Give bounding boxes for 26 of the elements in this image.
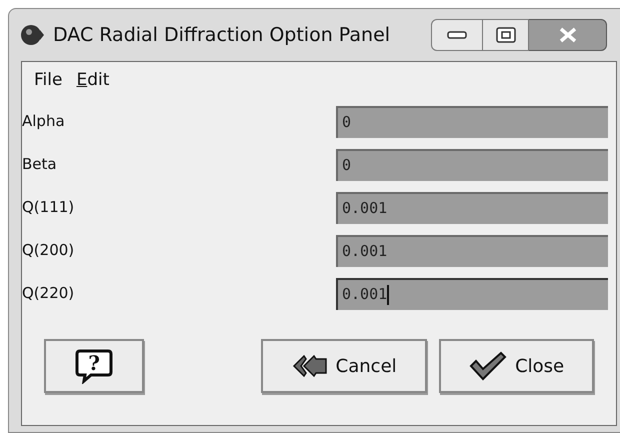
minimize-icon — [447, 31, 467, 39]
double-arrow-left-icon — [292, 353, 328, 379]
speech-bubble-icon — [75, 348, 114, 384]
menu-item[interactable]: Edit — [76, 68, 110, 94]
window-title: DAC Radial Diffraction Option Panel — [53, 22, 390, 48]
value-field[interactable]: 0.001 — [336, 234, 608, 266]
value-field[interactable]: 0 — [336, 106, 608, 138]
help-button[interactable]: ? — [44, 339, 144, 393]
maximize-icon — [496, 27, 516, 43]
checkmark-icon — [469, 351, 508, 381]
close-icon — [558, 27, 576, 43]
field-label: Alpha — [22, 111, 66, 132]
value-field[interactable]: 0.001 — [336, 278, 608, 310]
field-label: Beta — [22, 154, 58, 176]
field-label: Q(111) — [22, 197, 76, 218]
value-field[interactable]: 0.001 — [336, 192, 608, 224]
app-icon — [19, 22, 45, 48]
field-label: Q(200) — [22, 240, 76, 262]
close-button[interactable]: Close — [439, 339, 594, 393]
field-label: Q(220) — [22, 283, 76, 304]
close-window-button[interactable] — [529, 19, 607, 51]
value-field[interactable]: 0 — [336, 148, 608, 180]
cancel-button[interactable]: Cancel — [261, 339, 428, 393]
minimize-button[interactable] — [431, 19, 483, 51]
maximize-button[interactable] — [483, 19, 529, 51]
menu-item[interactable]: File — [34, 68, 62, 94]
